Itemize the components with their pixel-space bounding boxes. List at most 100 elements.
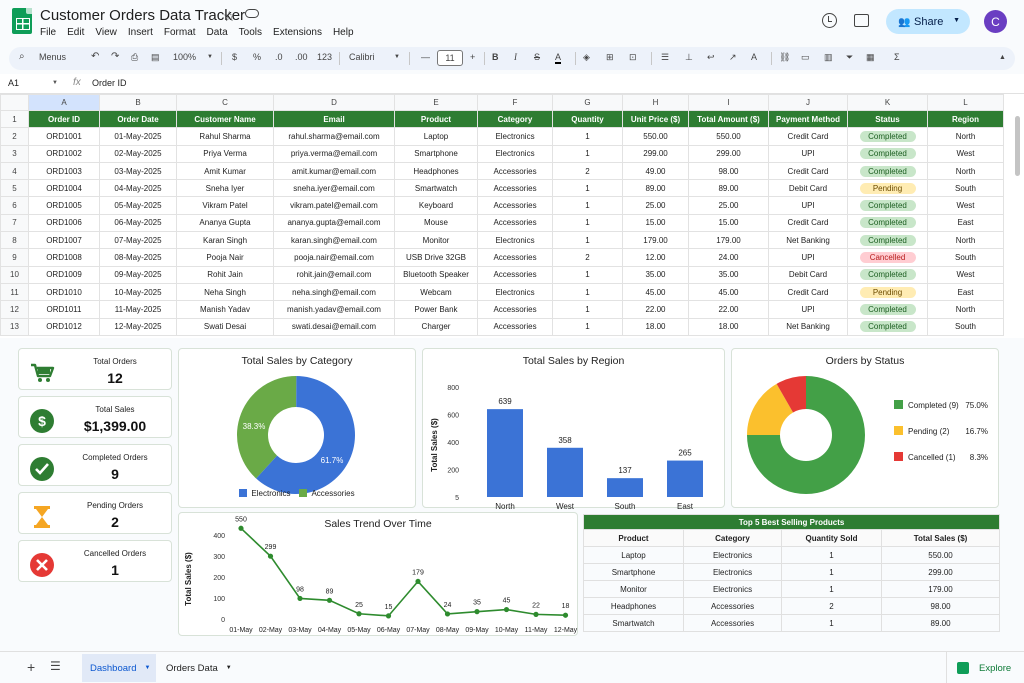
menu-tools[interactable]: Tools <box>239 27 262 38</box>
merge-cells-icon[interactable]: ⊡ <box>629 52 637 63</box>
sales-trend-chart[interactable]: Sales Trend Over Time 0 100 200 300 400 Total… <box>178 512 578 636</box>
cell[interactable]: Karan Singh <box>176 231 274 250</box>
add-sheet-button[interactable]: + <box>27 659 35 675</box>
cell[interactable]: Accessories <box>477 213 553 233</box>
cell[interactable]: 49.00 <box>622 161 689 181</box>
menu-file[interactable]: File <box>40 27 56 38</box>
share-button[interactable]: 👥 Share ▼ <box>886 9 970 34</box>
cell[interactable]: ORD1003 <box>28 161 100 181</box>
cell[interactable]: Smartwatch <box>394 179 478 198</box>
cell[interactable]: Net Banking <box>768 231 848 250</box>
cell[interactable]: Completed <box>847 196 928 215</box>
cell[interactable]: Cancelled <box>847 248 928 267</box>
row-number[interactable]: 13 <box>0 317 29 336</box>
number-format-button[interactable]: 123 <box>317 52 332 62</box>
cell[interactable]: ORD1009 <box>28 265 100 284</box>
cell[interactable]: East <box>927 213 1004 233</box>
cell[interactable]: Completed <box>847 265 928 284</box>
chevron-down-icon[interactable]: ▼ <box>953 17 960 24</box>
line-point[interactable] <box>503 606 510 613</box>
cell[interactable]: 1 <box>552 300 623 319</box>
header-cell[interactable]: Email <box>273 109 395 129</box>
name-box-chevron-icon[interactable]: ▼ <box>52 80 58 86</box>
cell[interactable]: Bluetooth Speaker <box>394 265 478 284</box>
tab-dashboard[interactable]: Dashboard ▼ <box>82 654 156 682</box>
cell[interactable]: Power Bank <box>394 300 478 319</box>
header-cell[interactable]: Unit Price ($) <box>622 109 689 129</box>
filter-icon[interactable]: ⏷ <box>846 52 853 63</box>
cell[interactable]: North <box>927 300 1004 319</box>
kpi-card[interactable]: Completed Orders 9 <box>18 444 172 486</box>
cell[interactable]: priya.verma@email.com <box>273 144 395 163</box>
cell[interactable]: ORD1006 <box>28 213 100 233</box>
cell[interactable]: UPI <box>768 196 848 215</box>
line-point[interactable] <box>415 578 421 585</box>
font-chevron-icon[interactable]: ▼ <box>394 54 400 60</box>
cell[interactable]: Accessories <box>477 248 553 267</box>
cell[interactable]: South <box>927 179 1004 198</box>
cell[interactable]: Electronics <box>477 127 553 146</box>
column-header[interactable]: J <box>768 94 848 111</box>
document-title[interactable]: Customer Orders Data Tracker <box>40 7 245 24</box>
cell[interactable]: 45.00 <box>622 282 689 302</box>
text-rotation-icon[interactable]: ↗ <box>729 52 737 63</box>
cell[interactable]: ORD1011 <box>28 300 100 319</box>
cell[interactable]: Completed <box>847 213 928 233</box>
header-cell[interactable]: Order ID <box>28 109 100 129</box>
sheet-table[interactable]: A B C D E F G H I J K L 1 Order ID Order Date Customer … <box>0 94 1004 336</box>
cell[interactable]: 299.00 <box>622 144 689 163</box>
cell[interactable]: 12-May-2025 <box>99 317 177 336</box>
cell[interactable]: Accessories <box>477 196 553 215</box>
menu-data[interactable]: Data <box>207 27 228 38</box>
line-point[interactable] <box>238 525 244 531</box>
cell[interactable]: 1 <box>552 144 623 163</box>
cell[interactable]: 1 <box>552 127 623 146</box>
cell[interactable]: 35.00 <box>622 265 689 284</box>
collapse-toolbar-icon[interactable]: ▲ <box>999 54 1006 61</box>
text-wrap-icon[interactable]: ↩ <box>707 52 715 63</box>
cell[interactable]: Pooja Nair <box>176 248 274 267</box>
header-cell[interactable]: Customer Name <box>176 109 274 129</box>
line-point[interactable] <box>356 611 362 617</box>
insert-chart-icon[interactable]: ▥ <box>824 52 833 63</box>
cell[interactable]: Swati Desai <box>176 317 274 336</box>
cell[interactable]: 1 <box>552 282 623 302</box>
cell[interactable]: Completed <box>847 317 928 336</box>
column-header[interactable]: E <box>394 94 478 111</box>
cell[interactable]: Keyboard <box>394 196 478 215</box>
cell[interactable]: Credit Card <box>768 127 848 146</box>
cell[interactable]: 89.00 <box>622 179 689 198</box>
line-point[interactable] <box>444 611 451 617</box>
cell[interactable]: 22.00 <box>622 300 689 319</box>
row-number[interactable]: 5 <box>0 179 29 198</box>
cell[interactable]: 24.00 <box>688 248 769 267</box>
line-point[interactable] <box>385 613 392 619</box>
cell[interactable]: ORD1001 <box>28 127 100 146</box>
paint-format-icon[interactable]: ▤ <box>151 52 160 63</box>
cell[interactable]: 25.00 <box>622 196 689 215</box>
column-header[interactable]: G <box>552 94 623 111</box>
formula-input[interactable]: Order ID <box>92 78 127 88</box>
print-icon[interactable]: ⎙ <box>131 52 138 63</box>
cell[interactable]: sneha.iyer@email.com <box>273 179 395 198</box>
line-point[interactable] <box>267 553 274 559</box>
cell[interactable]: Vikram Patel <box>176 196 274 215</box>
comments-icon[interactable] <box>854 14 869 27</box>
menu-view[interactable]: View <box>95 27 117 38</box>
cell[interactable]: pooja.nair@email.com <box>273 248 395 267</box>
cell[interactable]: Webcam <box>394 282 478 302</box>
cell[interactable]: West <box>927 265 1004 284</box>
cell[interactable]: UPI <box>768 300 848 319</box>
cell[interactable]: Completed <box>847 231 928 250</box>
zoom-chevron-icon[interactable]: ▼ <box>207 54 213 60</box>
font-select[interactable]: Calibri <box>349 52 375 62</box>
sales-by-region-chart[interactable]: Total Sales by Region 5 200 400 600 800 Total… <box>422 348 725 509</box>
cell[interactable]: Debit Card <box>768 265 848 284</box>
cell[interactable]: karan.singh@email.com <box>273 231 395 250</box>
filter-views-icon[interactable]: ▦ <box>866 52 875 63</box>
menu-help[interactable]: Help <box>333 27 354 38</box>
menu-insert[interactable]: Insert <box>128 27 153 38</box>
cell[interactable]: ORD1005 <box>28 196 100 215</box>
tab-chevron-icon[interactable]: ▼ <box>226 665 232 671</box>
decrease-font-size-button[interactable]: — <box>421 52 430 62</box>
